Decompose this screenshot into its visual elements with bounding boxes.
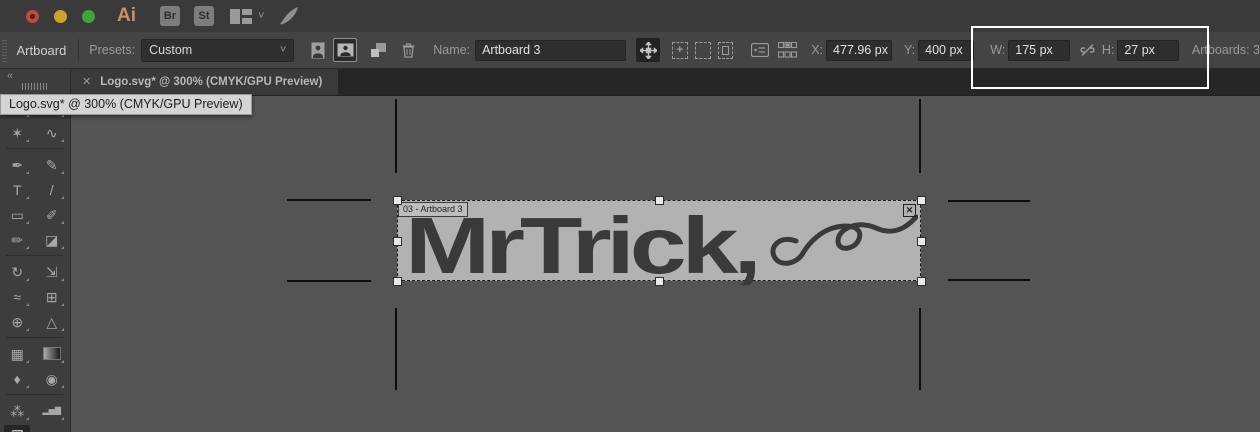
tool-divider (6, 255, 63, 256)
resize-handle[interactable] (393, 237, 402, 246)
rearrange-artboards-icon[interactable] (778, 42, 797, 58)
illustrator-logo: Ai (117, 5, 136, 27)
y-label: Y: (904, 43, 915, 57)
free-transform-tool[interactable]: ⊞ (39, 286, 65, 307)
shape-builder-tool[interactable]: ⊕ (4, 311, 30, 332)
resize-handle[interactable] (917, 237, 926, 246)
magic-wand-tool[interactable]: ✶ (4, 122, 30, 143)
delete-artboard-widget[interactable]: ✕ (903, 204, 916, 217)
symbol-sprayer-tool[interactable]: ⁂ (4, 400, 30, 421)
rectangle-tool[interactable]: ▭ (4, 204, 30, 225)
crop-mark (948, 200, 1030, 202)
unlink-dimensions-icon[interactable] (1079, 43, 1096, 57)
name-label: Name: (433, 43, 470, 57)
presets-value: Custom (149, 43, 192, 57)
resize-handle[interactable] (393, 277, 402, 286)
selected-artboard[interactable]: MrTrick, 03 - Artboard 3 ✕ (397, 200, 921, 281)
control-bar: Artboard Presets: Custom ˅ (0, 32, 1260, 69)
paintbrush-tool[interactable]: ✐ (39, 204, 65, 225)
resize-handle[interactable] (917, 196, 926, 205)
mesh-tool[interactable]: ▦ (4, 343, 30, 364)
resize-handle[interactable] (917, 277, 926, 286)
h-label: H: (1102, 43, 1115, 57)
document-tab[interactable]: ✕ Logo.svg* @ 300% (CMYK/GPU Preview) (70, 68, 338, 95)
crop-mark (395, 99, 397, 173)
gradient-tool[interactable] (39, 343, 65, 364)
x-label: X: (811, 43, 823, 57)
curvature-tool[interactable]: ✎ (39, 154, 65, 175)
new-artboard-icon[interactable] (371, 43, 386, 57)
lasso-tool[interactable]: ∿ (39, 122, 65, 143)
artboard-name-label: 03 - Artboard 3 (398, 202, 468, 217)
blend-tool[interactable]: ◉ (39, 368, 65, 389)
panel-grip[interactable] (22, 83, 48, 90)
pen-tool[interactable]: ✒ (4, 154, 30, 175)
title-bar: Ai Br St ˅ (0, 0, 1260, 33)
logo-wordmark: MrTrick, (405, 215, 757, 277)
y-input[interactable]: 400 px (918, 40, 974, 61)
move-artwork-with-artboard-toggle[interactable] (636, 38, 660, 62)
width-tool[interactable]: ≈ (4, 286, 30, 307)
logo-script-flourish (766, 213, 918, 275)
scale-tool[interactable]: ⇲ (39, 261, 65, 282)
close-button[interactable] (26, 10, 39, 23)
artboard-name-input[interactable]: Artboard 3 (475, 40, 626, 61)
bridge-button[interactable]: Br (160, 6, 180, 26)
chevron-down-icon: ˅ (280, 44, 286, 56)
chevron-down-icon[interactable]: ˅ (258, 10, 264, 22)
preset-plus-icon[interactable] (672, 42, 688, 59)
divider (78, 39, 79, 61)
crop-mark (919, 99, 921, 173)
tool-divider (6, 394, 63, 395)
perspective-grid-tool[interactable]: △ (39, 311, 65, 332)
tab-title: Logo.svg* @ 300% (CMYK/GPU Preview) (100, 76, 322, 88)
x-input[interactable]: 477.96 px (826, 40, 892, 61)
w-label: W: (990, 43, 1005, 57)
minimize-button[interactable] (54, 10, 67, 23)
resize-handle[interactable] (393, 196, 402, 205)
artboard-options-icon[interactable] (751, 43, 769, 57)
panel-grip[interactable] (2, 38, 7, 62)
w-input[interactable]: 175 px (1008, 40, 1070, 61)
tab-tooltip: Logo.svg* @ 300% (CMYK/GPU Preview) (0, 94, 252, 115)
h-input[interactable]: 27 px (1117, 40, 1179, 61)
tool-divider (6, 337, 63, 338)
landscape-orientation-button[interactable] (333, 38, 357, 62)
eraser-tool[interactable]: ◪ (39, 229, 65, 250)
type-tool[interactable]: T (4, 179, 30, 200)
crop-mark (287, 280, 371, 282)
stock-button[interactable]: St (194, 6, 214, 26)
shaper-tool[interactable]: ✏ (4, 229, 30, 250)
zoom-button[interactable] (82, 10, 95, 23)
crop-mark (287, 199, 371, 201)
collapse-panel-button[interactable]: « (7, 70, 13, 82)
resize-handle[interactable] (655, 196, 664, 205)
rotate-tool[interactable]: ↻ (4, 261, 30, 282)
portrait-orientation-button[interactable] (306, 38, 330, 62)
slice-tool[interactable]: ✂ (39, 425, 65, 432)
presets-select[interactable]: Custom ˅ (141, 39, 294, 62)
crop-mark (919, 308, 921, 390)
tools-panel: « ↖▷✶∿✒✎T/▭✐✏◪↻⇲≈⊞⊕△▦♦◉⁂▂▅▇❐✂ (0, 68, 71, 432)
preset-corners-icon[interactable] (695, 42, 711, 59)
sync-rocket-icon[interactable] (280, 7, 299, 25)
workspace-switcher-icon[interactable] (230, 9, 252, 24)
illustrator-window: MrTrick, 03 - Artboard 3 ✕ Ai Br St ˅ (0, 0, 1260, 432)
panel-title: Artboard (16, 43, 66, 58)
resize-handle[interactable] (655, 277, 664, 286)
column-graph-tool[interactable]: ▂▅▇ (39, 400, 65, 421)
document-tab-bar: ✕ Logo.svg* @ 300% (CMYK/GPU Preview) (70, 68, 1260, 96)
presets-label: Presets: (89, 43, 135, 57)
preset-inner-icon[interactable] (718, 42, 734, 59)
crop-mark (948, 279, 1030, 281)
toolbar-tools: ↖▷✶∿✒✎T/▭✐✏◪↻⇲≈⊞⊕△▦♦◉⁂▂▅▇❐✂ (0, 95, 69, 432)
tab-close-icon[interactable]: ✕ (82, 75, 91, 88)
line-segment-tool[interactable]: / (39, 179, 65, 200)
tool-divider (6, 148, 63, 149)
artboard-tool[interactable]: ❐ (4, 425, 30, 432)
artboards-count: Artboards: 3 (1192, 43, 1260, 57)
crop-mark (395, 308, 397, 390)
delete-artboard-icon[interactable] (402, 43, 415, 58)
eyedropper-tool[interactable]: ♦ (4, 368, 30, 389)
